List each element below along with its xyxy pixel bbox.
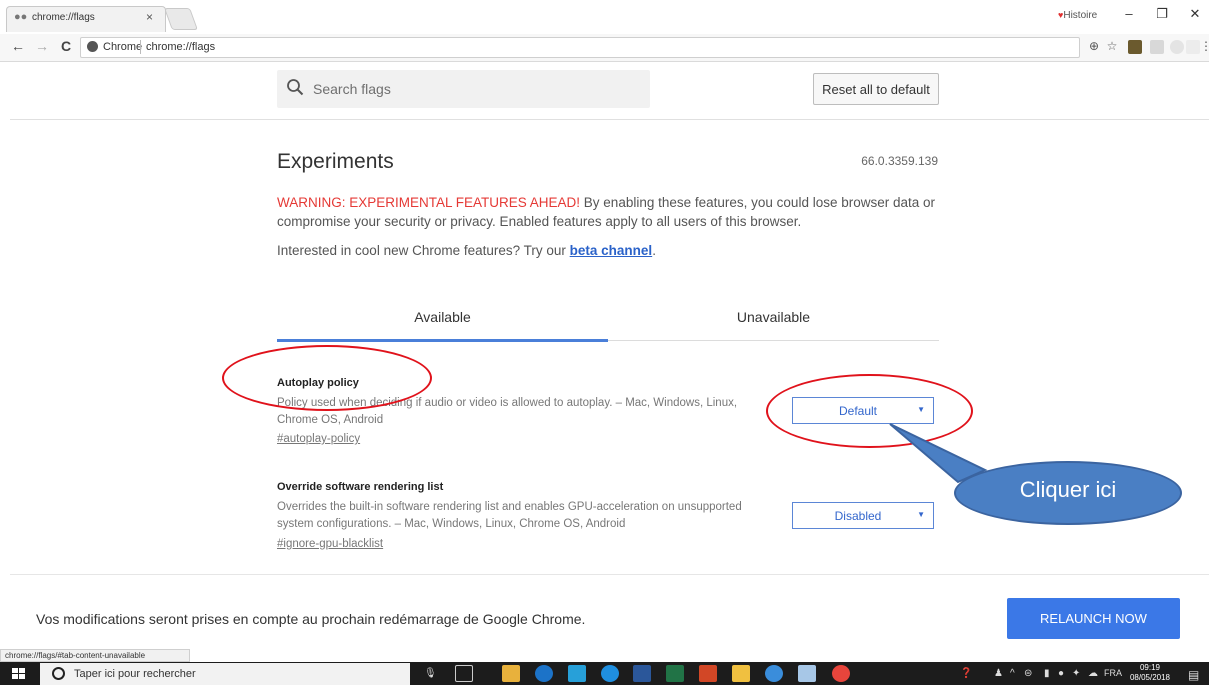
extension-icon[interactable] — [1170, 40, 1184, 54]
extension-icon[interactable] — [1150, 40, 1164, 54]
file-explorer-icon[interactable] — [502, 665, 520, 682]
restore-button[interactable]: ❐ — [1149, 6, 1175, 26]
word-icon[interactable] — [633, 665, 651, 682]
search-flags-input[interactable] — [313, 79, 633, 99]
footer-divider — [10, 574, 1209, 575]
network-icon[interactable]: ⊜ — [1024, 668, 1032, 679]
flag-name: Override software rendering list — [277, 481, 444, 493]
clock-time: 09:19 — [1139, 663, 1161, 672]
extension-icon[interactable] — [1128, 40, 1142, 54]
warning-text: WARNING: EXPERIMENTAL FEATURES AHEAD! By… — [277, 193, 937, 231]
store-icon[interactable] — [732, 665, 750, 682]
site-chip: Chrome — [103, 41, 143, 53]
forward-button[interactable]: → — [34, 38, 50, 56]
excel-icon[interactable] — [666, 665, 684, 682]
relaunch-now-button[interactable]: RELAUNCH NOW — [1007, 598, 1180, 639]
relaunch-message: Vos modifications seront prises en compt… — [36, 611, 586, 627]
version-label: 66.0.3359.139 — [861, 154, 938, 168]
taskbar-search-text: Taper ici pour rechercher — [74, 668, 196, 680]
dropbox-icon[interactable]: ✦ — [1072, 668, 1080, 679]
powerpoint-icon[interactable] — [699, 665, 717, 682]
chrome-taskbar-icon[interactable] — [832, 665, 850, 682]
extension-icon[interactable] — [1186, 40, 1200, 54]
task-view-icon[interactable] — [455, 665, 473, 682]
url-text[interactable]: chrome://flags — [146, 41, 215, 53]
reload-button[interactable]: C — [58, 38, 74, 56]
flags-favicon-icon: ●● — [14, 11, 28, 23]
battery-icon[interactable]: ▮ — [1044, 668, 1050, 679]
chrome-site-icon — [87, 41, 98, 52]
help-icon[interactable]: ❓ — [960, 668, 972, 679]
cortana-icon — [52, 667, 65, 680]
hp-app-icon[interactable] — [535, 665, 553, 682]
chip-separator — [140, 40, 141, 54]
beta-promo-prefix: Interested in cool new Chrome features? … — [277, 243, 570, 258]
address-bar[interactable] — [80, 37, 1080, 58]
status-url-bubble: chrome://flags/#tab-content-unavailable — [0, 649, 190, 662]
bookmark-star-icon[interactable]: ☆ — [1104, 39, 1120, 55]
beta-promo-suffix: . — [652, 243, 656, 258]
warning-heading: WARNING: EXPERIMENTAL FEATURES AHEAD! — [277, 195, 581, 210]
tab-available[interactable]: Available — [277, 309, 608, 325]
close-window-button[interactable]: ✕ — [1182, 6, 1208, 26]
windows-start-icon[interactable] — [0, 662, 38, 685]
cloud-icon[interactable]: ☁ — [1088, 668, 1098, 679]
header-divider — [10, 119, 1209, 120]
tab-title: chrome://flags — [32, 12, 95, 23]
select-value: Disabled — [834, 509, 882, 523]
minimize-button[interactable]: – — [1116, 6, 1142, 26]
dropdown-caret-icon: ▼ — [917, 510, 925, 519]
tab-close-icon[interactable]: × — [146, 10, 153, 24]
flag-anchor-link[interactable]: #ignore-gpu-blacklist — [277, 538, 383, 550]
chrome-menu-icon[interactable]: ⋮ — [1200, 39, 1209, 55]
active-tab-indicator — [277, 339, 608, 342]
flag-anchor-link[interactable]: #autoplay-policy — [277, 433, 360, 445]
language-indicator[interactable]: FRA — [1104, 668, 1122, 678]
callout-text: Cliquer ici — [1019, 477, 1117, 502]
beta-channel-link[interactable]: beta channel — [570, 243, 653, 258]
profile-label[interactable]: Histoire — [1058, 10, 1097, 21]
flag-description: Overrides the built-in software renderin… — [277, 501, 742, 530]
people-icon[interactable]: ♟ — [994, 668, 1003, 679]
clock-date: 08/05/2018 — [1129, 673, 1171, 682]
internet-explorer-icon[interactable] — [765, 665, 783, 682]
page-title: Experiments — [277, 150, 394, 173]
paint-icon[interactable] — [798, 665, 816, 682]
tab-unavailable[interactable]: Unavailable — [608, 309, 939, 325]
back-button[interactable]: ← — [10, 38, 26, 56]
tray-arrow-icon[interactable]: ^ — [1010, 668, 1015, 679]
beta-promo-text: Interested in cool new Chrome features? … — [277, 243, 656, 258]
reset-all-button[interactable]: Reset all to default — [813, 73, 939, 105]
gpu-rendering-select[interactable]: Disabled ▼ — [792, 502, 934, 529]
edge-icon[interactable] — [601, 665, 619, 682]
search-icon — [287, 79, 304, 96]
notifications-icon[interactable]: ▤ — [1188, 668, 1199, 682]
taskbar-clock[interactable]: 09:19 08/05/2018 — [1128, 663, 1172, 683]
app-icon[interactable] — [568, 665, 586, 682]
zoom-icon[interactable]: ⊕ — [1086, 39, 1102, 55]
highlight-ellipse-autoplay — [222, 345, 432, 411]
volume-icon[interactable]: ● — [1058, 668, 1064, 679]
microphone-icon[interactable]: 🎙 — [424, 668, 437, 679]
